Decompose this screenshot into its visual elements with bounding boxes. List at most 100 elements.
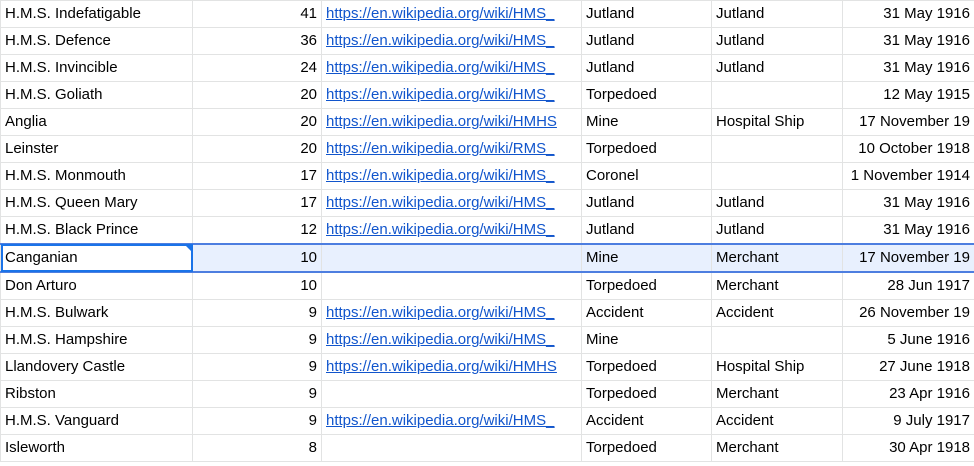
deaths-count-cell[interactable]: 10 — [192, 243, 322, 273]
wikipedia-link[interactable]: https://en.wikipedia.org/wiki/HMS_ — [326, 304, 554, 321]
wikipedia-link[interactable]: https://en.wikipedia.org/wiki/RMS_ — [326, 140, 554, 157]
category-cell[interactable]: Merchant — [711, 380, 843, 408]
wikipedia-link-cell[interactable]: https://en.wikipedia.org/wiki/HMS_ — [321, 162, 582, 190]
category-cell[interactable] — [711, 162, 843, 190]
deaths-count-cell[interactable]: 36 — [192, 27, 322, 55]
ship-name-cell[interactable]: Anglia — [0, 108, 193, 136]
date-cell[interactable]: 31 May 1916 — [842, 27, 974, 55]
category-cell[interactable]: Jutland — [711, 0, 843, 28]
date-cell[interactable]: 10 October 1918 — [842, 135, 974, 163]
deaths-count-cell[interactable]: 17 — [192, 162, 322, 190]
ship-name-cell[interactable]: H.M.S. Hampshire — [0, 326, 193, 354]
category-cell[interactable]: Jutland — [711, 54, 843, 82]
wikipedia-link-cell[interactable]: https://en.wikipedia.org/wiki/HMS_ — [321, 189, 582, 217]
category-cell[interactable]: Hospital Ship — [711, 108, 843, 136]
cause-cell[interactable]: Jutland — [581, 54, 712, 82]
wikipedia-link-cell[interactable]: https://en.wikipedia.org/wiki/HMS_ — [321, 54, 582, 82]
wikipedia-link-cell[interactable] — [321, 380, 582, 408]
wikipedia-link[interactable]: https://en.wikipedia.org/wiki/HMHS — [326, 113, 557, 130]
ship-name-cell[interactable]: Leinster — [0, 135, 193, 163]
ship-name-cell[interactable]: H.M.S. Defence — [0, 27, 193, 55]
date-cell[interactable]: 1 November 1914 — [842, 162, 974, 190]
ship-name-cell[interactable]: H.M.S. Black Prince — [0, 216, 193, 245]
date-cell[interactable]: 30 Apr 1918 — [842, 434, 974, 462]
wikipedia-link[interactable]: https://en.wikipedia.org/wiki/HMS_ — [326, 5, 554, 22]
deaths-count-cell[interactable]: 9 — [192, 407, 322, 435]
date-cell[interactable]: 5 June 1916 — [842, 326, 974, 354]
cause-cell[interactable]: Torpedoed — [581, 380, 712, 408]
wikipedia-link-cell[interactable]: https://en.wikipedia.org/wiki/HMS_ — [321, 299, 582, 327]
date-cell[interactable]: 23 Apr 1916 — [842, 380, 974, 408]
cause-cell[interactable]: Jutland — [581, 216, 712, 245]
wikipedia-link-cell[interactable] — [321, 243, 582, 273]
wikipedia-link-cell[interactable] — [321, 434, 582, 462]
date-cell[interactable]: 31 May 1916 — [842, 216, 974, 245]
category-cell[interactable]: Merchant — [711, 243, 843, 273]
category-cell[interactable]: Merchant — [711, 434, 843, 462]
deaths-count-cell[interactable]: 20 — [192, 135, 322, 163]
wikipedia-link-cell[interactable]: https://en.wikipedia.org/wiki/RMS_ — [321, 135, 582, 163]
deaths-count-cell[interactable]: 41 — [192, 0, 322, 28]
wikipedia-link-cell[interactable]: https://en.wikipedia.org/wiki/HMS_ — [321, 0, 582, 28]
cause-cell[interactable]: Jutland — [581, 189, 712, 217]
category-cell[interactable] — [711, 135, 843, 163]
ship-name-cell[interactable]: H.M.S. Bulwark — [0, 299, 193, 327]
category-cell[interactable]: Jutland — [711, 27, 843, 55]
ship-name-cell[interactable]: Don Arturo — [0, 271, 193, 300]
deaths-count-cell[interactable]: 9 — [192, 299, 322, 327]
cause-cell[interactable]: Mine — [581, 326, 712, 354]
category-cell[interactable]: Jutland — [711, 216, 843, 245]
ship-name-cell[interactable]: Isleworth — [0, 434, 193, 462]
category-cell[interactable]: Jutland — [711, 189, 843, 217]
wikipedia-link[interactable]: https://en.wikipedia.org/wiki/HMS_ — [326, 167, 554, 184]
date-cell[interactable]: 31 May 1916 — [842, 189, 974, 217]
category-cell[interactable] — [711, 81, 843, 109]
cause-cell[interactable]: Accident — [581, 299, 712, 327]
category-cell[interactable]: Accident — [711, 299, 843, 327]
cause-cell[interactable]: Jutland — [581, 27, 712, 55]
wikipedia-link-cell[interactable]: https://en.wikipedia.org/wiki/HMS_ — [321, 407, 582, 435]
category-cell[interactable]: Accident — [711, 407, 843, 435]
category-cell[interactable]: Merchant — [711, 271, 843, 300]
wikipedia-link[interactable]: https://en.wikipedia.org/wiki/HMS_ — [326, 412, 554, 429]
date-cell[interactable]: 31 May 1916 — [842, 0, 974, 28]
date-cell[interactable]: 31 May 1916 — [842, 54, 974, 82]
ship-name-cell[interactable]: Ribston — [0, 380, 193, 408]
deaths-count-cell[interactable]: 9 — [192, 380, 322, 408]
ship-name-cell[interactable]: H.M.S. Invincible — [0, 54, 193, 82]
wikipedia-link-cell[interactable]: https://en.wikipedia.org/wiki/HMS_ — [321, 27, 582, 55]
cause-cell[interactable]: Torpedoed — [581, 434, 712, 462]
date-cell[interactable]: 17 November 19 — [842, 108, 974, 136]
cause-cell[interactable]: Torpedoed — [581, 135, 712, 163]
ship-name-cell[interactable]: Canganian — [0, 243, 193, 273]
deaths-count-cell[interactable]: 10 — [192, 271, 322, 300]
deaths-count-cell[interactable]: 20 — [192, 108, 322, 136]
ship-name-cell[interactable]: H.M.S. Monmouth — [0, 162, 193, 190]
wikipedia-link-cell[interactable]: https://en.wikipedia.org/wiki/HMS_ — [321, 326, 582, 354]
ship-name-cell[interactable]: Llandovery Castle — [0, 353, 193, 381]
deaths-count-cell[interactable]: 17 — [192, 189, 322, 217]
cause-cell[interactable]: Torpedoed — [581, 271, 712, 300]
wikipedia-link[interactable]: https://en.wikipedia.org/wiki/HMS_ — [326, 221, 554, 238]
ship-name-cell[interactable]: H.M.S. Indefatigable — [0, 0, 193, 28]
wikipedia-link-cell[interactable]: https://en.wikipedia.org/wiki/HMHS — [321, 353, 582, 381]
date-cell[interactable]: 9 July 1917 — [842, 407, 974, 435]
wikipedia-link[interactable]: https://en.wikipedia.org/wiki/HMS_ — [326, 86, 554, 103]
date-cell[interactable]: 12 May 1915 — [842, 81, 974, 109]
deaths-count-cell[interactable]: 8 — [192, 434, 322, 462]
deaths-count-cell[interactable]: 20 — [192, 81, 322, 109]
deaths-count-cell[interactable]: 9 — [192, 326, 322, 354]
wikipedia-link[interactable]: https://en.wikipedia.org/wiki/HMHS — [326, 358, 557, 375]
deaths-count-cell[interactable]: 9 — [192, 353, 322, 381]
wikipedia-link-cell[interactable]: https://en.wikipedia.org/wiki/HMS_ — [321, 216, 582, 245]
cause-cell[interactable]: Torpedoed — [581, 81, 712, 109]
ship-name-cell[interactable]: H.M.S. Queen Mary — [0, 189, 193, 217]
wikipedia-link-cell[interactable]: https://en.wikipedia.org/wiki/HMS_ — [321, 81, 582, 109]
wikipedia-link[interactable]: https://en.wikipedia.org/wiki/HMS_ — [326, 32, 554, 49]
cause-cell[interactable]: Mine — [581, 243, 712, 273]
cause-cell[interactable]: Mine — [581, 108, 712, 136]
cause-cell[interactable]: Accident — [581, 407, 712, 435]
category-cell[interactable]: Hospital Ship — [711, 353, 843, 381]
deaths-count-cell[interactable]: 12 — [192, 216, 322, 245]
wikipedia-link[interactable]: https://en.wikipedia.org/wiki/HMS_ — [326, 194, 554, 211]
